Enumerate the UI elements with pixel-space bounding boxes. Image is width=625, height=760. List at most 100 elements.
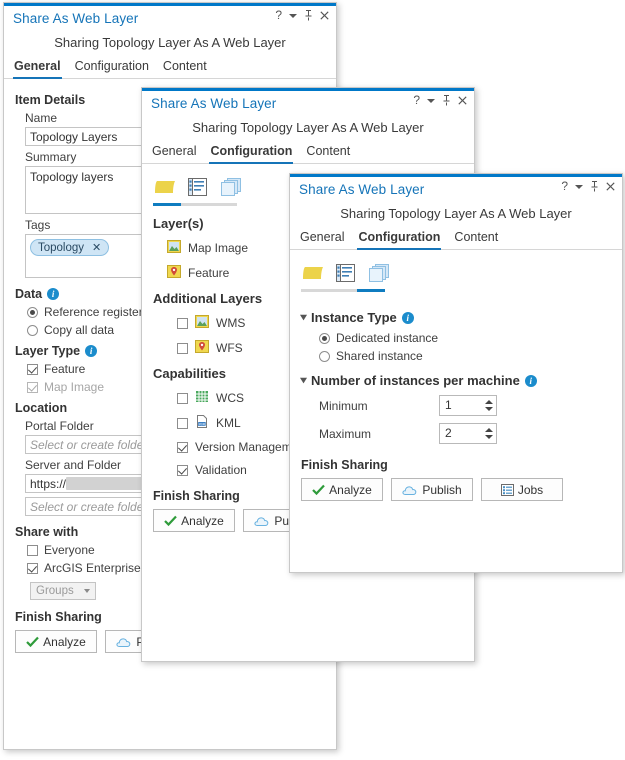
analyze-button[interactable]: Analyze [153, 509, 235, 532]
name-input[interactable]: Topology Layers [25, 127, 157, 146]
close-icon[interactable] [320, 10, 329, 20]
stepper-up-icon[interactable] [484, 428, 493, 432]
tab-bar: General Configuration Content [142, 142, 474, 164]
analyze-button-label: Analyze [43, 634, 86, 649]
tab-general[interactable]: General [299, 228, 345, 249]
finish-sharing-buttons: Analyze Publish Jobs [301, 478, 611, 501]
menu-caret-icon[interactable] [427, 99, 435, 103]
map-image-icon [195, 315, 209, 331]
progress-segment [153, 203, 181, 206]
help-icon[interactable]: ? [413, 94, 420, 106]
checkbox-indicator [27, 363, 38, 375]
instances-per-machine-heading[interactable]: ▾ Number of instances per machine i [300, 373, 611, 388]
tab-content[interactable]: Content [162, 57, 208, 78]
layer-item-label: Map Image [188, 241, 249, 255]
pin-icon[interactable] [442, 94, 451, 106]
pin-icon[interactable] [304, 9, 313, 21]
progress-segment [181, 203, 209, 206]
info-icon[interactable]: i [524, 374, 537, 387]
configure-list-icon[interactable] [186, 176, 212, 200]
feature-pin-icon [167, 265, 181, 281]
panel-title: Share As Web Layer [13, 10, 139, 26]
cloud-icon [116, 637, 131, 647]
checkbox-indicator [177, 392, 188, 404]
minimum-value[interactable]: 1 [440, 396, 481, 415]
panel-title: Share As Web Layer [151, 95, 277, 111]
titlebar: Share As Web Layer ? [4, 6, 336, 30]
maximum-stepper[interactable]: 2 [439, 423, 497, 444]
info-icon[interactable]: i [85, 345, 98, 357]
publish-button[interactable]: Publish [391, 478, 473, 501]
checkbox-label: ArcGIS Enterprise [44, 561, 141, 575]
close-icon[interactable] [458, 95, 467, 105]
checkbox-label: KML [216, 416, 241, 430]
titlebar-buttons: ? [561, 180, 615, 192]
info-icon[interactable]: i [47, 288, 60, 300]
server-url-input[interactable]: https:// [25, 474, 157, 493]
checkbox-label: WCS [216, 391, 244, 405]
checkbox-indicator [177, 342, 188, 354]
help-icon[interactable]: ? [561, 180, 568, 192]
radio-dedicated-instance[interactable]: Dedicated instance [319, 331, 611, 345]
configure-list-icon[interactable] [334, 262, 360, 286]
layer-type-heading-label: Layer Type [15, 344, 81, 358]
checkbox-indicator [177, 441, 188, 453]
chevron-down-icon: ▾ [300, 312, 307, 323]
tab-configuration[interactable]: Configuration [209, 142, 294, 164]
titlebar-buttons: ? [413, 94, 467, 106]
menu-caret-icon[interactable] [575, 185, 583, 189]
groups-dropdown-label: Groups [36, 585, 74, 597]
server-folder-input[interactable]: Select or create folder [25, 497, 157, 516]
checkbox-label: WMS [216, 316, 246, 330]
tag-remove-icon[interactable]: ✕ [92, 241, 101, 254]
stepper-up-icon[interactable] [484, 400, 493, 404]
checkbox-label: WFS [216, 341, 243, 355]
pin-icon[interactable] [590, 180, 599, 192]
stepper-down-icon[interactable] [484, 435, 493, 439]
layer-item-label: Feature [188, 266, 230, 280]
maximum-label: Maximum [319, 426, 372, 441]
analyze-button[interactable]: Analyze [301, 478, 383, 501]
tab-general[interactable]: General [13, 57, 62, 79]
finish-sharing-heading: Finish Sharing [301, 458, 388, 472]
titlebar: Share As Web Layer ? [290, 177, 622, 201]
stepper-down-icon[interactable] [484, 407, 493, 411]
portal-folder-input[interactable]: Select or create folder [25, 435, 157, 454]
info-icon[interactable]: i [401, 311, 414, 324]
analyze-button[interactable]: Analyze [15, 630, 97, 653]
tag-label: Topology [38, 241, 85, 254]
maximum-value[interactable]: 2 [440, 424, 481, 443]
titlebar: Share As Web Layer ? [142, 91, 474, 115]
publish-button-label: Publish [422, 482, 462, 497]
pooling-copies-icon[interactable] [219, 176, 245, 200]
folder-icon[interactable] [153, 176, 179, 200]
tag-chip[interactable]: Topology ✕ [30, 239, 110, 256]
minimum-stepper[interactable]: 1 [439, 395, 497, 416]
radio-label: Dedicated instance [336, 331, 439, 345]
checkbox-indicator [177, 417, 188, 429]
tags-input[interactable]: Topology ✕ [25, 234, 157, 278]
close-icon[interactable] [606, 181, 615, 191]
checkbox-indicator [27, 381, 38, 393]
folder-icon[interactable] [301, 262, 327, 286]
help-icon[interactable]: ? [275, 9, 282, 21]
checkbox-label: Map Image [44, 380, 105, 394]
pooling-copies-icon[interactable] [367, 262, 393, 286]
stepper-arrows [481, 424, 496, 443]
kml-file-icon: KML [195, 415, 209, 431]
tab-general[interactable]: General [151, 142, 197, 163]
jobs-button-label: Jobs [517, 482, 544, 497]
instance-type-heading[interactable]: ▾ Instance Type i [300, 310, 611, 325]
progress-segment [209, 203, 237, 206]
progress-segment [329, 289, 357, 292]
tab-content[interactable]: Content [453, 228, 499, 249]
tab-configuration[interactable]: Configuration [74, 57, 150, 78]
groups-dropdown[interactable]: Groups [30, 582, 96, 600]
tab-content[interactable]: Content [305, 142, 351, 163]
radio-shared-instance[interactable]: Shared instance [319, 349, 611, 363]
menu-caret-icon[interactable] [289, 14, 297, 18]
progress-segment [357, 289, 385, 292]
summary-input[interactable]: Topology layers [25, 166, 157, 214]
tab-configuration[interactable]: Configuration [357, 228, 442, 250]
jobs-button[interactable]: Jobs [481, 478, 563, 501]
